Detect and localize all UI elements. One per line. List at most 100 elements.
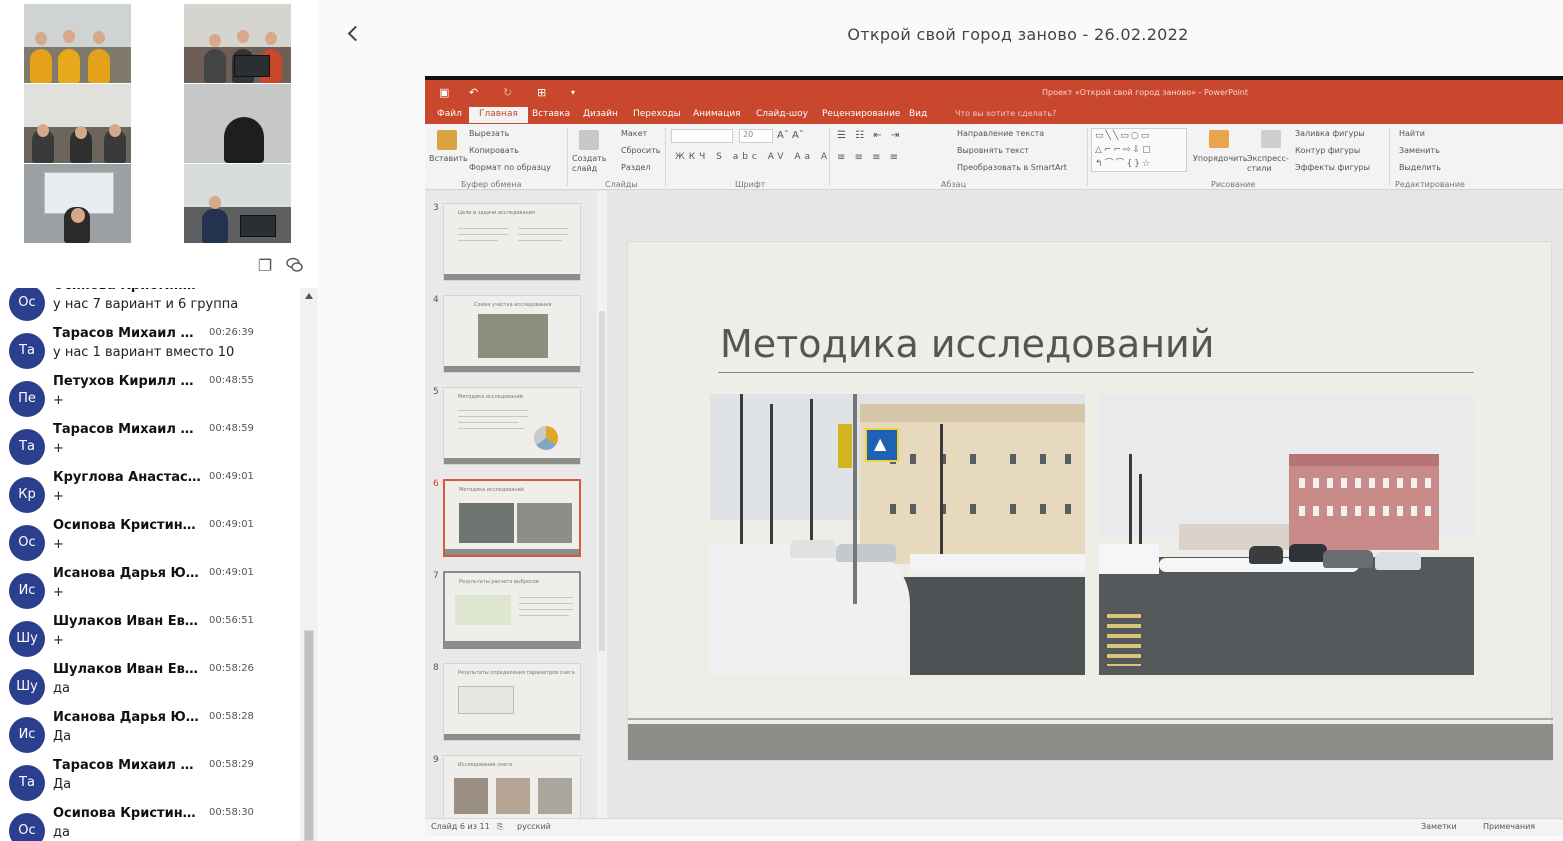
undo-icon[interactable]: ↶: [469, 86, 478, 99]
avatar[interactable]: Ос: [9, 288, 45, 321]
tab-transitions[interactable]: Переходы: [633, 109, 681, 119]
select-button[interactable]: Выделить: [1399, 163, 1441, 172]
avatar[interactable]: Ос: [9, 813, 45, 841]
arrange-button[interactable]: Упорядочить: [1193, 154, 1248, 163]
cut-button[interactable]: Вырезать: [469, 129, 509, 138]
tab-insert[interactable]: Вставка: [532, 109, 570, 119]
notes-button[interactable]: Заметки: [1421, 822, 1457, 831]
chat-message-list[interactable]: Ос Осипова Кристин… 00:25:15 у нас 7 вариан…: [0, 288, 300, 841]
quick-styles-icon[interactable]: [1261, 130, 1281, 148]
align-text-button[interactable]: Выровнять текст: [957, 146, 1029, 155]
new-slide-button[interactable]: Создать слайд: [572, 154, 607, 174]
avatar[interactable]: Пе: [9, 381, 45, 417]
video-tile-1[interactable]: [24, 4, 131, 83]
font-name-input[interactable]: [671, 129, 733, 143]
comments-button[interactable]: Примечания: [1483, 822, 1535, 831]
chat-bubbles-icon[interactable]: [286, 256, 304, 276]
tab-slideshow[interactable]: Слайд-шоу: [756, 109, 808, 119]
find-button[interactable]: Найти: [1399, 129, 1425, 138]
message-text: +: [53, 585, 64, 600]
slide-thumbnail-6[interactable]: Методика исследований: [443, 479, 581, 557]
sender-name[interactable]: Шулаков Иван Ев…: [53, 614, 203, 629]
sender-name[interactable]: Тарасов Михаил …: [53, 422, 203, 437]
tell-me-search[interactable]: Что вы хотите сделать?: [955, 109, 1056, 118]
align-icons[interactable]: ≡ ≡ ≡ ≡: [837, 152, 901, 163]
grow-font-icon[interactable]: Aˆ Aˇ: [777, 130, 804, 141]
arrange-icon[interactable]: [1209, 130, 1229, 148]
copy-chat-icon[interactable]: ❐: [256, 256, 274, 276]
list-icons[interactable]: ☰ ☷ ⇤ ⇥: [837, 130, 902, 141]
avatar[interactable]: Та: [9, 765, 45, 801]
avatar[interactable]: Та: [9, 429, 45, 465]
thumbnails-scrollbar[interactable]: [597, 191, 607, 818]
scroll-thumb[interactable]: [304, 630, 314, 841]
sender-name[interactable]: Круглова Анастас…: [53, 470, 203, 485]
tab-design[interactable]: Дизайн: [583, 109, 618, 119]
video-tile-3[interactable]: [24, 84, 131, 163]
slide-thumbnail-4[interactable]: Схема участка исследования: [443, 295, 581, 373]
slide-thumbnail-3[interactable]: Цели и задачи исследования: [443, 203, 581, 281]
tab-file[interactable]: Файл: [437, 109, 462, 119]
avatar[interactable]: Шу: [9, 621, 45, 657]
avatar[interactable]: Кр: [9, 477, 45, 513]
sender-name[interactable]: Осипова Кристин…: [53, 518, 203, 533]
avatar[interactable]: Шу: [9, 669, 45, 705]
format-painter-button[interactable]: Формат по образцу: [469, 163, 551, 172]
back-button[interactable]: [346, 22, 362, 46]
tab-review[interactable]: Рецензирование: [822, 109, 900, 119]
slide-thumbnail-8[interactable]: Результаты определения параметров снега: [443, 663, 581, 741]
new-slide-icon[interactable]: [579, 130, 599, 150]
section-button[interactable]: Раздел: [621, 163, 651, 172]
sender-name[interactable]: Исанова Дарья Ю…: [53, 710, 203, 725]
avatar[interactable]: Та: [9, 333, 45, 369]
save-icon[interactable]: ▣: [439, 86, 449, 99]
language-indicator[interactable]: русский: [517, 822, 551, 831]
shape-outline-button[interactable]: Контур фигуры: [1295, 146, 1360, 155]
spellcheck-icon[interactable]: ⎘: [497, 822, 503, 832]
sender-name[interactable]: Шулаков Иван Ев…: [53, 662, 203, 677]
tab-animations[interactable]: Анимация: [693, 109, 741, 119]
shape-fill-button[interactable]: Заливка фигуры: [1295, 129, 1365, 138]
reset-button[interactable]: Сбросить: [621, 146, 660, 155]
scroll-up-icon[interactable]: [305, 293, 313, 299]
font-style-icons[interactable]: ЖКЧ S abc AV Aa A: [675, 152, 831, 162]
chat-message: Шу Шулаков Иван Ев… 00:56:51 +: [0, 613, 300, 661]
shapes-gallery[interactable]: ▭╲╲▭○▭ △⌐⌐⇨⇩▢ ↰⌒⌒{}☆: [1091, 128, 1187, 172]
present-icon[interactable]: ⊞: [537, 86, 546, 99]
customize-qat-icon[interactable]: ▾: [571, 88, 575, 97]
copy-button[interactable]: Копировать: [469, 146, 519, 155]
paste-icon[interactable]: [437, 130, 457, 150]
sender-name[interactable]: Исанова Дарья Ю…: [53, 566, 203, 581]
slide-photo-street-crossing[interactable]: [710, 394, 1085, 675]
paste-button[interactable]: Вставить: [429, 154, 468, 163]
redo-icon[interactable]: ↻: [503, 86, 512, 99]
layout-button[interactable]: Макет: [621, 129, 647, 138]
video-tile-2[interactable]: [184, 4, 291, 83]
video-tile-6[interactable]: [184, 164, 291, 243]
slide-photo-square[interactable]: [1099, 394, 1474, 675]
sender-name[interactable]: Петухов Кирилл …: [53, 374, 203, 389]
text-direction-button[interactable]: Направление текста: [957, 129, 1044, 138]
font-size-input[interactable]: 20: [739, 129, 773, 143]
slide-thumbnail-7[interactable]: Результаты расчета выбросов: [443, 571, 581, 649]
quick-styles-button[interactable]: Экспресс-стили: [1247, 154, 1289, 174]
current-slide[interactable]: Методика исследований: [627, 241, 1553, 761]
avatar[interactable]: Ис: [9, 573, 45, 609]
slide-thumbnails-pane[interactable]: 3 Цели и задачи исследования 4 Схема уча…: [425, 191, 597, 833]
avatar[interactable]: Ос: [9, 525, 45, 561]
avatar[interactable]: Ис: [9, 717, 45, 753]
thumbnails-scroll-thumb[interactable]: [599, 311, 605, 651]
tab-view[interactable]: Вид: [909, 109, 927, 119]
sender-name[interactable]: Тарасов Михаил …: [53, 758, 203, 773]
sender-name[interactable]: Осипова Кристин…: [53, 806, 203, 821]
tab-home[interactable]: Главная: [469, 107, 528, 123]
sender-name[interactable]: Тарасов Михаил …: [53, 326, 203, 341]
video-tile-4[interactable]: [184, 84, 291, 163]
sender-name[interactable]: Осипова Кристин…: [53, 288, 203, 293]
shape-effects-button[interactable]: Эффекты фигуры: [1295, 163, 1370, 172]
chat-scrollbar[interactable]: [300, 288, 318, 841]
smartart-button[interactable]: Преобразовать в SmartArt: [957, 163, 1067, 172]
video-tile-5[interactable]: [24, 164, 131, 243]
replace-button[interactable]: Заменить: [1399, 146, 1440, 155]
slide-thumbnail-5[interactable]: Методика исследований: [443, 387, 581, 465]
